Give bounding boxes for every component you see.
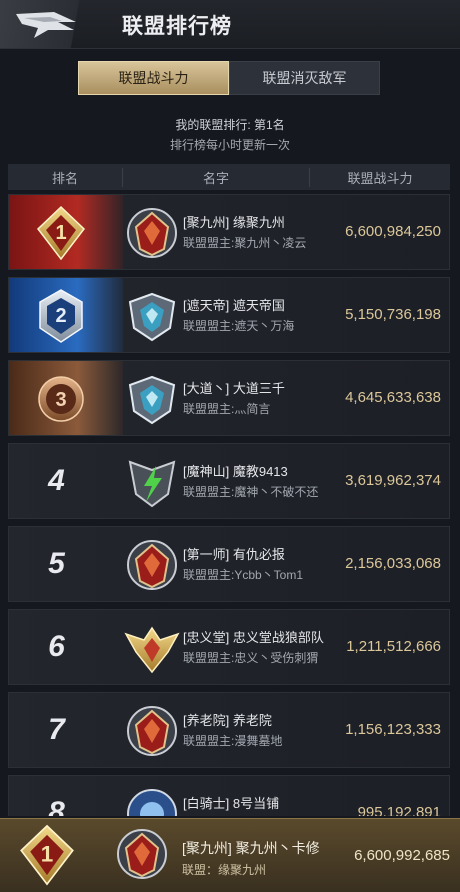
my-alliance-power: 6,600,992,685 <box>354 847 450 864</box>
alliance-power: 1,211,512,666 <box>346 638 441 655</box>
silver-shield-icon <box>128 375 176 425</box>
alliance-power: 995,192,891 <box>357 804 441 816</box>
ranking-tabs: 联盟战斗力 联盟消灭敌军 <box>78 61 380 95</box>
rank-cell: 3 <box>9 361 123 435</box>
alliance-power: 2,156,033,068 <box>345 555 441 572</box>
table-row[interactable]: 7 [养老院] 养老院 联盟盟主:漫舞墓地 1,156,123,333 <box>8 692 450 768</box>
alliance-power: 5,150,736,198 <box>345 306 441 323</box>
table-row[interactable]: 8 [白骑士] 8号当铺 995,192,891 <box>8 775 450 816</box>
rank-number: 1 <box>55 222 66 244</box>
blue-orb-crest-icon <box>127 789 177 816</box>
rank-number: 8 <box>48 796 65 816</box>
alliance-power: 1,156,123,333 <box>345 721 441 738</box>
alliance-name: [养老院] 养老院 <box>183 713 272 728</box>
column-header-power: 联盟战斗力 <box>347 170 413 186</box>
column-header-rank: 排名 <box>8 167 123 187</box>
rank-number: 6 <box>48 630 65 663</box>
alliance-leader: 联盟盟主:魔神丶不破不还 <box>183 485 319 499</box>
gold-rank-badge-icon: 1 <box>20 824 74 886</box>
alliance-leader: 联盟盟主:漫舞墓地 <box>183 734 283 748</box>
alliance-leader: 联盟盟主:遮天丶万海 <box>183 319 295 333</box>
rank-cell: 4 <box>9 444 123 518</box>
table-row[interactable]: 1 [聚九州] 缘聚九州 联盟盟主:聚九州丶凌云 6,600,984,250 <box>8 194 450 270</box>
crimson-crest-icon <box>127 706 177 756</box>
alliance-power: 4,645,633,638 <box>345 389 441 406</box>
back-button[interactable] <box>0 0 104 48</box>
alliance-leader: 联盟盟主:灬简言 <box>183 402 271 416</box>
top-bar: 联盟排行榜 <box>0 0 460 49</box>
rank-number: 2 <box>55 305 66 327</box>
alliance-name: [遮天帝] 遮天帝国 <box>183 298 285 313</box>
rank-cell: 1 <box>9 195 123 269</box>
alliance-name: [大道丶] 大道三千 <box>183 381 285 396</box>
ranking-list[interactable]: 1 [聚九州] 缘聚九州 联盟盟主:聚九州丶凌云 6,600,984,250 2… <box>8 194 450 816</box>
silver-rank-badge-icon: 2 <box>39 289 83 343</box>
rank-cell: 2 <box>9 278 123 352</box>
silver-shield-icon <box>128 292 176 342</box>
alliance-name: [忠义堂] 忠义堂战狼部队 <box>183 630 324 645</box>
rank-cell: 8 <box>9 776 123 816</box>
table-header: 排名 名字 联盟战斗力 <box>8 164 450 190</box>
rank-cell: 6 <box>9 610 123 684</box>
rank-number: 3 <box>55 389 66 411</box>
alliance-power: 3,619,962,374 <box>345 472 441 489</box>
my-rank-text: 我的联盟排行: 第1名 <box>175 118 285 132</box>
table-row[interactable]: 6 [忠义堂] 忠义堂战狼部队 联盟盟主:忠义丶受伤刺猬 1,211,512,6… <box>8 609 450 685</box>
table-row[interactable]: 3 [大道丶] 大道三千 联盟盟主:灬简言 4,645,633,638 <box>8 360 450 436</box>
alliance-leader: 联盟盟主:Ycbb丶Tom1 <box>183 568 304 582</box>
golden-winged-crest-icon <box>124 626 180 674</box>
alliance-leader: 联盟盟主:聚九州丶凌云 <box>183 236 307 250</box>
table-row[interactable]: 5 [第一师] 有仇必报 联盟盟主:Ycbb丶Tom1 2,156,033,06… <box>8 526 450 602</box>
alliance-leader: 联盟盟主:忠义丶受伤刺猬 <box>183 651 319 665</box>
crimson-crest-icon <box>127 208 177 258</box>
page-title: 联盟排行榜 <box>122 15 232 38</box>
my-alliance-bar[interactable]: 1 [聚九州] 聚九州丶卡修 联盟：缘聚九州 6,600,992,685 <box>0 818 460 892</box>
green-lightning-crest-icon <box>128 460 176 508</box>
my-rank-number: 1 <box>41 842 53 867</box>
bronze-rank-badge-icon: 3 <box>38 376 84 422</box>
my-player-name: [聚九州] 聚九州丶卡修 <box>182 840 320 856</box>
crimson-crest-icon <box>117 829 167 879</box>
update-note: 排行榜每小时更新一次 <box>169 138 290 152</box>
tab-alliance-kills[interactable]: 联盟消灭敌军 <box>229 61 380 95</box>
tab-alliance-power[interactable]: 联盟战斗力 <box>78 61 229 95</box>
my-alliance-name: 联盟：缘聚九州 <box>182 863 267 877</box>
alliance-name: [第一师] 有仇必报 <box>183 547 285 562</box>
crimson-crest-icon <box>127 540 177 590</box>
rank-number: 5 <box>48 547 65 580</box>
rank-cell: 5 <box>9 527 123 601</box>
alliance-name: [魔神山] 魔教9413 <box>183 464 288 479</box>
alliance-name: [聚九州] 缘聚九州 <box>183 215 285 230</box>
rank-number: 4 <box>48 464 65 497</box>
alliance-power: 6,600,984,250 <box>345 223 441 240</box>
alliance-name: [白骑士] 8号当铺 <box>183 796 280 811</box>
column-header-name: 名字 <box>123 167 310 187</box>
gold-rank-badge-icon: 1 <box>36 205 86 261</box>
table-row[interactable]: 4 [魔神山] 魔教9413 联盟盟主:魔神丶不破不还 3,619,962,37… <box>8 443 450 519</box>
rank-number: 7 <box>48 713 65 746</box>
rank-cell: 7 <box>9 693 123 767</box>
table-row[interactable]: 2 [遮天帝] 遮天帝国 联盟盟主:遮天丶万海 5,150,736,198 <box>8 277 450 353</box>
